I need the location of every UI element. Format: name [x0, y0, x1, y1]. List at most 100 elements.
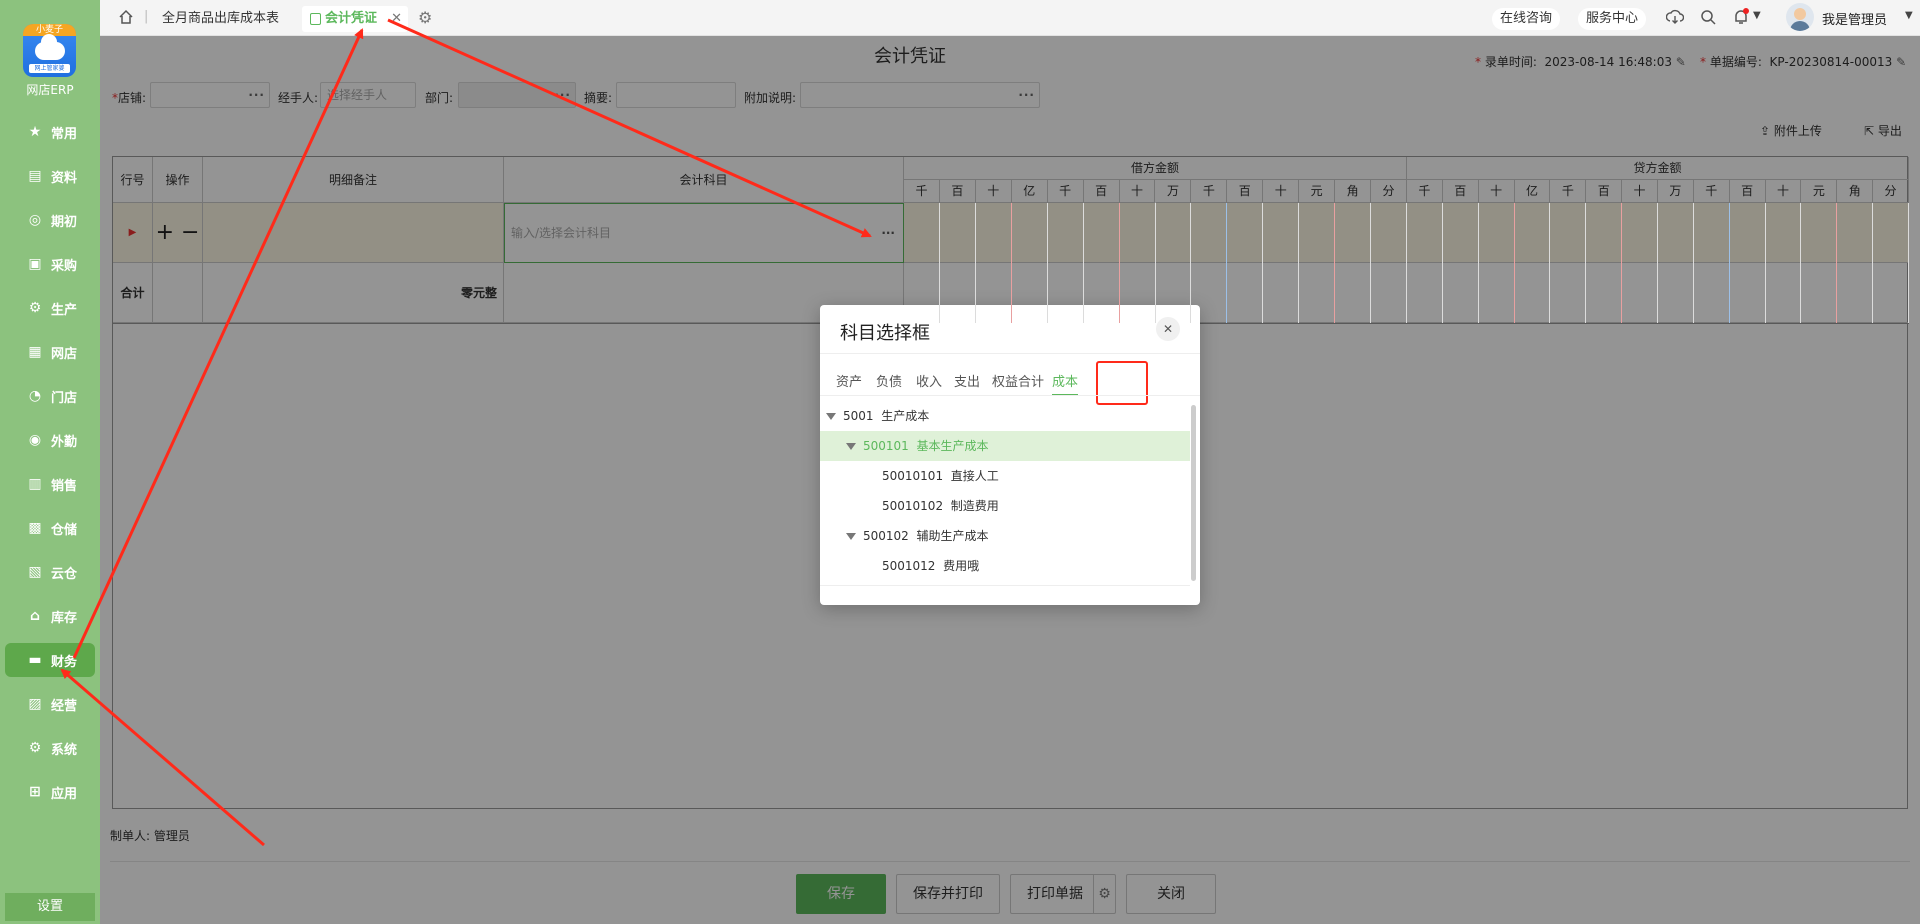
sidebar-item-7[interactable]: ◉ 外勤: [5, 423, 95, 457]
sidebar-item-8[interactable]: ▥ 销售: [5, 467, 95, 501]
sidebar-item-2[interactable]: ◎ 期初: [5, 203, 95, 237]
close-icon[interactable]: ✕: [1156, 317, 1180, 341]
tree-item[interactable]: 500102 辅助生产成本: [820, 521, 1190, 551]
tree-item-code: 5001012: [882, 559, 936, 573]
digit-column-line: [938, 203, 940, 323]
settings-button[interactable]: 设置: [5, 893, 95, 921]
modal-tab-1[interactable]: 负债: [876, 371, 902, 390]
top-bar: | 全月商品出库成本表 会计凭证 ✕ ⚙ 在线咨询 服务中心 ▼ 我是管理员 ▼: [100, 0, 1920, 36]
digit-column-line: [1226, 203, 1228, 323]
digit-column-line: [974, 203, 976, 323]
service-center-button[interactable]: 服务中心: [1578, 8, 1647, 30]
digit-column-line: [1513, 203, 1515, 323]
sidebar-item-label: 库存: [51, 610, 78, 626]
sidebar-item-15[interactable]: ⊞ 应用: [5, 775, 95, 809]
tab-cost-report[interactable]: 全月商品出库成本表: [162, 6, 279, 32]
avatar[interactable]: [1786, 3, 1814, 31]
tree-item[interactable]: 50010102 制造费用: [820, 491, 1190, 521]
chart-icon: ▥: [28, 476, 42, 492]
sidebar-item-5[interactable]: ▦ 网店: [5, 335, 95, 369]
cloud-download-icon[interactable]: [1665, 9, 1685, 29]
tree-item-name: 辅助生产成本: [916, 529, 989, 543]
sidebar-item-3[interactable]: ▣ 采购: [5, 247, 95, 281]
business-icon: ▨: [28, 696, 42, 712]
home-icon[interactable]: [118, 9, 134, 25]
shop-icon: ▦: [28, 344, 42, 360]
modal-tab-5[interactable]: 成本: [1052, 371, 1079, 396]
sidebar-item-label: 云仓: [51, 566, 78, 582]
sidebar-item-label: 销售: [51, 478, 78, 494]
digit-column-line: [1728, 203, 1730, 323]
warehouse-icon: ▩: [28, 520, 42, 536]
chevron-down-icon[interactable]: ▼: [1753, 10, 1761, 21]
sidebar-item-9[interactable]: ▩ 仓储: [5, 511, 95, 545]
logo-tag: 网上管家婆: [29, 64, 70, 73]
caret-down-icon[interactable]: [846, 533, 856, 540]
scrollbar[interactable]: [1191, 405, 1196, 581]
finance-icon: ▬: [28, 652, 42, 668]
tree-item[interactable]: 5001012 费用哦: [820, 551, 1190, 581]
sidebar-item-6[interactable]: ◔ 门店: [5, 379, 95, 413]
digit-column-line: [1908, 203, 1909, 323]
tree-divider: [820, 585, 1190, 586]
chevron-down-icon[interactable]: ▼: [1905, 10, 1913, 21]
document-icon: ▤: [28, 168, 42, 184]
sidebar-item-label: 应用: [51, 786, 78, 802]
tree-item[interactable]: 5001 生产成本: [820, 401, 1190, 431]
caret-down-icon[interactable]: [846, 443, 856, 450]
tree-item-name: 直接人工: [950, 469, 999, 483]
digit-column-line: [1585, 203, 1587, 323]
close-icon[interactable]: ✕: [391, 6, 402, 32]
digit-column-line: [1872, 203, 1874, 323]
digit-column-line: [1046, 203, 1048, 323]
cloud-warehouse-icon: ▧: [28, 564, 42, 580]
tree-item-code: 50010101: [882, 469, 944, 483]
digit-column-line: [1477, 203, 1479, 323]
sidebar-item-0[interactable]: ★ 常用: [5, 115, 95, 149]
digit-column-line: [1334, 203, 1336, 323]
sidebar-item-10[interactable]: ▧ 云仓: [5, 555, 95, 589]
sidebar-item-label: 常用: [51, 126, 78, 142]
modal-tab-3[interactable]: 支出: [954, 371, 980, 390]
star-icon: ★: [28, 124, 42, 140]
modal-tab-0[interactable]: 资产: [836, 371, 862, 390]
digit-column-line: [1621, 203, 1623, 323]
digit-column-line: [1441, 203, 1443, 323]
search-icon[interactable]: [1700, 9, 1716, 29]
digit-column-line: [1800, 203, 1802, 323]
sidebar-item-14[interactable]: ⚙ 系统: [5, 731, 95, 765]
user-name[interactable]: 我是管理员: [1822, 9, 1887, 28]
caret-down-icon[interactable]: [826, 413, 836, 420]
subject-picker-modal: 科目选择框 ✕ 资产 负债 收入 支出 权益合计 成本 5001 生产成本 500101 基…: [820, 305, 1200, 605]
sidebar-item-13[interactable]: ▨ 经营: [5, 687, 95, 721]
modal-tab-4[interactable]: 权益合计: [992, 371, 1044, 390]
sidebar-item-label: 采购: [51, 258, 78, 274]
online-consult-button[interactable]: 在线咨询: [1492, 8, 1561, 30]
digit-column-line: [1010, 203, 1012, 323]
tabs-divider: [820, 395, 1200, 396]
app-logo[interactable]: 小麦子 网上管家婆: [23, 24, 76, 77]
logo-text: 网店ERP: [26, 83, 74, 97]
tab-voucher[interactable]: 会计凭证 ✕: [302, 6, 408, 32]
sidebar-item-label: 资料: [51, 170, 78, 186]
field-icon: ◉: [28, 432, 42, 448]
purchase-icon: ▣: [28, 256, 42, 272]
sidebar-item-label: 期初: [51, 214, 78, 230]
tree-item-code: 500101: [863, 439, 909, 453]
sidebar-item-4[interactable]: ⚙ 生产: [5, 291, 95, 325]
tree-item[interactable]: 50010101 直接人工: [820, 461, 1190, 491]
cloud-icon: [35, 34, 65, 60]
system-icon: ⚙: [28, 740, 42, 756]
modal-tab-2[interactable]: 收入: [916, 371, 942, 390]
tree-item-name: 费用哦: [943, 559, 980, 573]
bell-icon[interactable]: [1732, 8, 1750, 30]
sidebar: 小麦子 网上管家婆 网店ERP ★ 常用 ▤ 资料 ◎ 期初 ▣ 采购 ⚙ 生产 ▦ 网店 ◔ 门店 ◉ 外勤…: [0, 0, 100, 924]
sidebar-item-11[interactable]: ⌂ 库存: [5, 599, 95, 633]
tree-item[interactable]: 500101 基本生产成本: [820, 431, 1190, 461]
sidebar-item-12[interactable]: ▬ 财务: [5, 643, 95, 677]
gear-icon[interactable]: ⚙: [418, 8, 432, 27]
sidebar-item-1[interactable]: ▤ 资料: [5, 159, 95, 193]
digit-column-line: [1154, 203, 1156, 323]
digit-column-line: [1406, 203, 1407, 323]
digit-column-line: [1298, 203, 1300, 323]
